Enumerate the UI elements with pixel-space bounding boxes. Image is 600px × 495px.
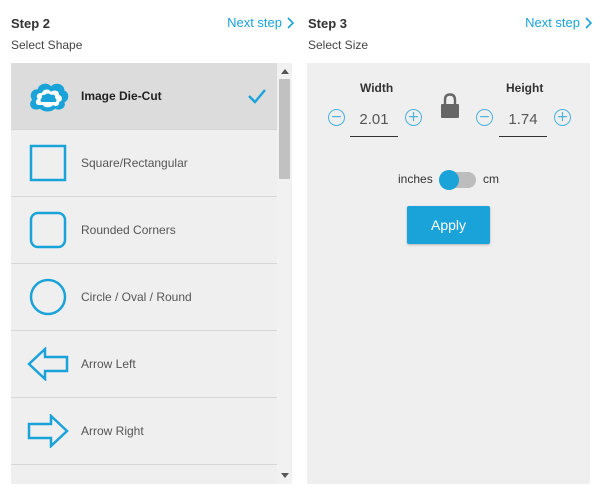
step-3-title: Step 3	[308, 16, 348, 31]
shape-item-circle-oval-round[interactable]: Circle / Oval / Round	[11, 264, 277, 331]
shape-label: Square/Rectangular	[81, 156, 188, 170]
shape-item-square-rectangular[interactable]: Square/Rectangular	[11, 130, 277, 197]
shape-label: Image Die-Cut	[81, 89, 162, 103]
square-shape-icon	[27, 142, 69, 184]
shape-list-scrollbar[interactable]	[277, 63, 292, 484]
step-3-next-step-link[interactable]: Next step	[525, 15, 592, 30]
shape-item-rounded-corners[interactable]: Rounded Corners	[11, 197, 277, 264]
unit-inches-label: inches	[398, 172, 433, 186]
width-increase-button[interactable]: +	[405, 109, 422, 126]
chevron-right-icon	[585, 16, 592, 29]
circle-shape-icon	[27, 276, 69, 318]
next-step-label: Next step	[227, 15, 282, 30]
shape-item-arrow-right[interactable]: Arrow Right	[11, 398, 277, 465]
scroll-down-arrow-icon[interactable]	[281, 473, 289, 478]
shape-label: Arrow Right	[81, 424, 144, 438]
height-label: Height	[506, 81, 544, 95]
checkmark-icon	[248, 89, 266, 104]
height-increase-button[interactable]: +	[554, 109, 571, 126]
unit-cm-label: cm	[483, 172, 499, 186]
shape-item-image-die-cut[interactable]: Image Die-Cut	[11, 63, 277, 130]
width-decrease-button[interactable]: −	[328, 109, 345, 126]
lock-icon[interactable]	[440, 93, 460, 119]
height-decrease-button[interactable]: −	[476, 109, 493, 126]
shape-list: Image Die-Cut Square/Rectangular Rounded…	[11, 63, 292, 484]
shape-label: Arrow Left	[81, 357, 136, 371]
unit-toggle[interactable]	[439, 170, 476, 190]
unit-toggle-row: inches cm	[307, 169, 590, 191]
width-label: Width	[360, 81, 394, 95]
arrow-right-shape-icon	[27, 410, 69, 452]
step-3-subtitle: Select Size	[308, 38, 369, 52]
step-3-header: Step 3 Select Size Next step	[300, 0, 600, 60]
unit-toggle-knob	[439, 170, 459, 190]
chevron-right-icon	[287, 16, 294, 29]
step-2-header: Step 2 Select Shape Next step	[0, 0, 300, 60]
shape-label: Rounded Corners	[81, 223, 176, 237]
step-2-subtitle: Select Shape	[11, 38, 83, 52]
next-step-label: Next step	[525, 15, 580, 30]
cloud-shape-icon	[27, 75, 69, 117]
scroll-up-arrow-icon[interactable]	[281, 69, 289, 74]
shape-label: Circle / Oval / Round	[81, 290, 192, 304]
size-panel: Width Height − + − + inches cm Apply	[307, 63, 590, 484]
rounded-square-shape-icon	[27, 209, 69, 251]
arrow-left-shape-icon	[27, 343, 69, 385]
shape-item-arrow-left[interactable]: Arrow Left	[11, 331, 277, 398]
width-input[interactable]	[350, 103, 398, 137]
apply-button[interactable]: Apply	[407, 206, 490, 244]
scrollbar-thumb[interactable]	[279, 79, 290, 179]
step-2-title: Step 2	[11, 16, 51, 31]
step-2-next-step-link[interactable]: Next step	[227, 15, 294, 30]
height-input[interactable]	[499, 103, 547, 137]
